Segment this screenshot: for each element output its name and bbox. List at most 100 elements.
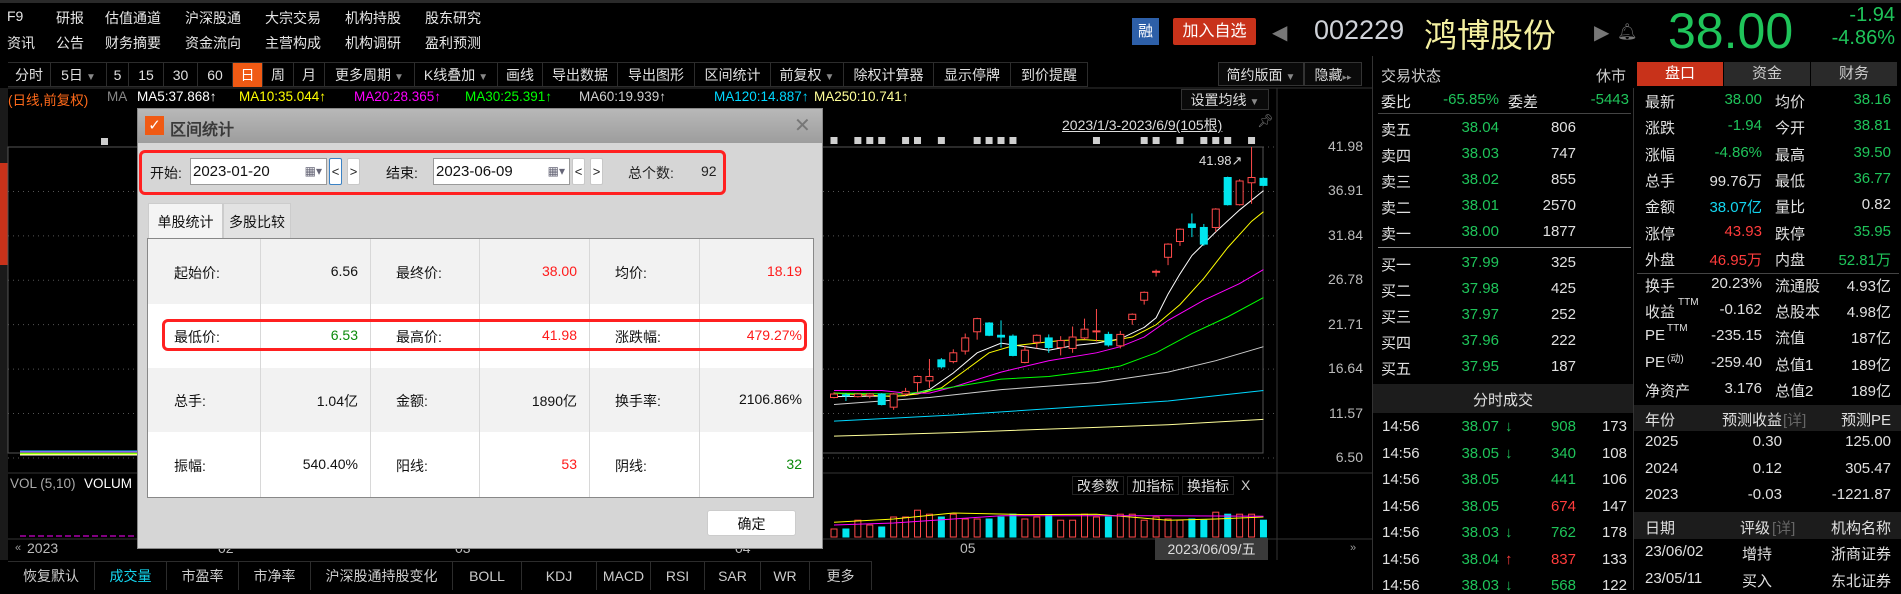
indicator-tab[interactable]: 市净率: [239, 562, 311, 590]
ask-price: 38.01: [1461, 197, 1499, 214]
volume-bar: [1057, 519, 1065, 538]
quote-tab[interactable]: 资金: [1724, 62, 1810, 86]
trade-volume: 568: [1550, 577, 1576, 594]
close-icon[interactable]: ✕: [794, 113, 811, 138]
stat-value: -0.162: [1719, 301, 1762, 319]
rating-org: 浙商证券: [1830, 546, 1891, 563]
event-marker: [1176, 137, 1184, 144]
trade-count: 147: [1601, 497, 1627, 515]
ask-volume: 855: [1550, 171, 1576, 188]
quote-tab[interactable]: 盘口: [1637, 62, 1723, 86]
dialog-titlebar[interactable]: ✓ 区间统计 ✕: [138, 109, 822, 143]
stat-value: 189亿: [1850, 382, 1891, 400]
volume-panel-button[interactable]: 加指标: [1127, 476, 1179, 495]
stat-label: 最低: [1775, 172, 1806, 190]
ask-level-label: 卖一: [1381, 226, 1412, 243]
volume-bar: [1021, 518, 1029, 538]
volume-bar: [842, 528, 850, 538]
scroll-left-icon[interactable]: «: [15, 542, 21, 554]
close-volume-panel-button[interactable]: X: [1237, 476, 1254, 495]
start-date-input[interactable]: 2023-01-20 ▦▾: [190, 158, 327, 185]
forecast-eps: -0.03: [1747, 486, 1782, 503]
stat-label-superscript: TTM: [1667, 323, 1688, 335]
quote-tab[interactable]: 财务: [1811, 62, 1897, 86]
indicator-tab[interactable]: 更多: [810, 562, 872, 590]
stat-label: 净资产: [1645, 382, 1691, 400]
tab-multi-stock-compare[interactable]: 多股比较: [223, 203, 291, 239]
indicator-tab[interactable]: 恢复默认: [8, 562, 95, 590]
candle-body: [1092, 330, 1101, 333]
indicator-tab[interactable]: MACD: [597, 562, 651, 590]
stat-value: 53: [561, 456, 577, 472]
tab-single-stock[interactable]: 单股统计: [148, 203, 223, 239]
indicator-tab[interactable]: 沪深股通持股变化: [311, 562, 453, 590]
forecast-pe: 305.47: [1845, 459, 1891, 477]
stat-label: 流通股: [1775, 278, 1821, 295]
event-marker: [1224, 137, 1232, 144]
candle-body: [1104, 333, 1113, 346]
trade-volume: 340: [1550, 444, 1576, 462]
stat-value: 46.95万: [1709, 251, 1762, 269]
stat-label: 阳线:: [396, 458, 428, 474]
volume-bar: [830, 528, 838, 538]
bid-volume: 222: [1550, 332, 1576, 349]
last-price: 38.00: [1668, 3, 1794, 59]
event-marker: [1152, 137, 1160, 144]
confirm-button[interactable]: 确定: [707, 510, 796, 536]
trade-volume: 441: [1550, 471, 1576, 488]
forecast-year: 2023: [1645, 486, 1679, 503]
candle-body: [877, 393, 886, 406]
candle-body: [1199, 226, 1208, 245]
volume-indicator-value: VOLUM: [84, 476, 133, 491]
indicator-tab[interactable]: 成交量: [95, 562, 167, 590]
stat-label: 最高: [1775, 146, 1806, 164]
indicator-tab[interactable]: SAR: [705, 562, 761, 590]
calendar-dropdown-icon[interactable]: ▦▾: [548, 159, 565, 184]
forecast-detail-link[interactable]: [详]: [1783, 409, 1806, 430]
event-marker: [1009, 137, 1017, 144]
volume-bar: [1104, 516, 1112, 538]
stat-label: 流值: [1775, 330, 1806, 348]
indicator-tab[interactable]: KDJ: [522, 562, 597, 590]
event-marker: [101, 138, 108, 145]
volume-bar: [1152, 516, 1160, 538]
trade-time: 14:56: [1382, 577, 1420, 594]
indicator-tab[interactable]: BOLL: [453, 562, 522, 590]
stat-label-superscript: TTM: [1678, 297, 1699, 309]
volume-panel-button[interactable]: 改参数: [1072, 476, 1124, 495]
event-marker: [937, 137, 945, 144]
stat-label: 换手率:: [615, 393, 661, 409]
volume-bar: [1188, 518, 1196, 538]
bell-alert-icon[interactable]: 🔔︎: [1617, 22, 1637, 42]
arrow-up-icon: ↑: [1505, 550, 1513, 568]
ratings-detail-link[interactable]: [详]: [1772, 517, 1795, 538]
indicator-tab[interactable]: 市盈率: [167, 562, 239, 590]
end-date-input[interactable]: 2023-06-09 ▦▾: [433, 158, 570, 185]
event-marker: [854, 137, 862, 144]
indicator-tab[interactable]: WR: [761, 562, 810, 590]
ask-level-label: 卖二: [1381, 200, 1412, 217]
stat-label: 总值2: [1775, 382, 1814, 400]
volume-panel-buttons: 改参数 加指标 换指标 X: [1072, 476, 1254, 495]
stat-label-superscript: (动): [1667, 353, 1684, 365]
interval-stats-dialog: ✓ 区间统计 ✕ 开始: 2023-01-20 ▦▾ < > 结束: 2023-0…: [137, 108, 823, 549]
volume-bar: [1116, 513, 1124, 538]
volume-bar: [1140, 519, 1148, 538]
stat-value: 38.00: [1724, 91, 1762, 108]
end-prev-button[interactable]: <: [572, 158, 585, 185]
trade-price: 38.05: [1461, 444, 1499, 462]
volume-bar: [961, 518, 969, 538]
bid-level-label: 买三: [1381, 309, 1412, 326]
indicator-tab[interactable]: RSI: [651, 562, 705, 590]
start-next-button[interactable]: >: [347, 158, 360, 185]
calendar-dropdown-icon[interactable]: ▦▾: [305, 159, 322, 184]
volume-panel-button[interactable]: 换指标: [1182, 476, 1234, 495]
event-marker: [878, 137, 886, 144]
volume-bar: [1069, 519, 1077, 538]
stat-value: -4.86%: [1714, 143, 1762, 161]
stat-value: 187亿: [1850, 330, 1891, 348]
next-stock-arrow-icon[interactable]: ▶: [1594, 20, 1609, 45]
end-next-button[interactable]: >: [590, 158, 603, 185]
scroll-right-icon[interactable]: »: [1350, 542, 1356, 554]
start-prev-button[interactable]: <: [329, 158, 342, 185]
